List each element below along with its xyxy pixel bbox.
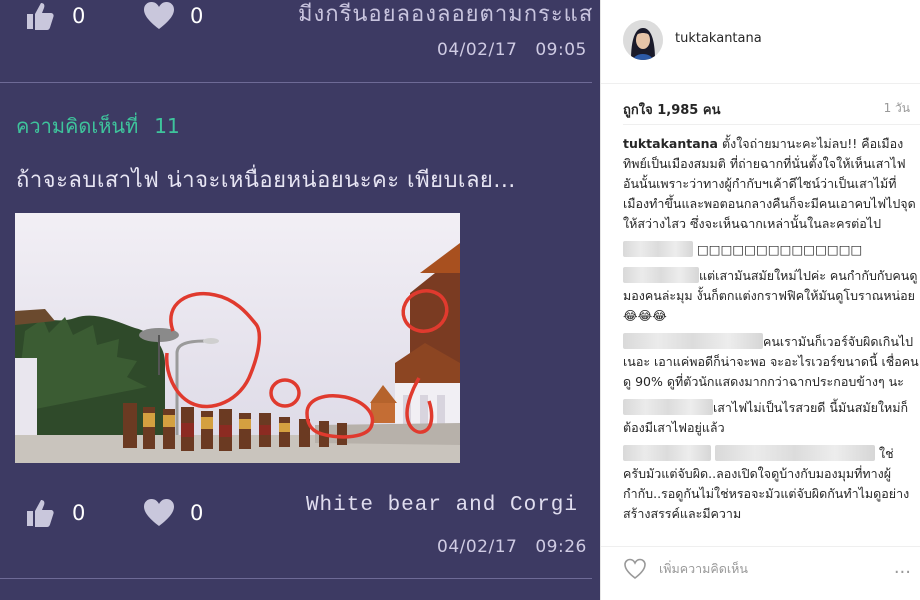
forum-panel: 0 0 มีงกรีนอยลองลอยตามกระแส 04/02/17 09:0…	[0, 0, 600, 600]
comment-list: tuktakantana ตั้งใจถ่ายมานะคะไม่ลบ!! คือ…	[623, 134, 919, 534]
comment-heart-reaction[interactable]: 0	[142, 497, 203, 529]
more-options-button[interactable]: ...	[894, 557, 911, 578]
post-age: 1 วัน	[883, 101, 910, 115]
list-item: แต่เสามันสมัยใหม่ไปค่ะ คนกำกับกับคนดูมอง…	[623, 266, 919, 326]
comment-number: ความคิดเห็นที่ 11	[16, 110, 180, 142]
add-comment-input[interactable]: เพิ่มความคิดเห็น	[659, 559, 748, 579]
heart-icon[interactable]	[142, 497, 176, 529]
comment-text: □□□□□□□□□□□□□□	[696, 242, 863, 257]
comment-timestamp: 04/02/17 09:26	[437, 537, 587, 557]
top-like-count: 0	[72, 4, 86, 28]
comment-heart-count: 0	[190, 501, 204, 525]
comment-like-reaction[interactable]: 0	[24, 497, 85, 529]
comment-date: 04/02/17	[437, 537, 518, 557]
blurred-username	[623, 445, 711, 461]
list-item: □□□□□□□□□□□□□□	[623, 240, 919, 260]
caption-username[interactable]: tuktakantana	[623, 136, 718, 151]
caption: tuktakantana ตั้งใจถ่ายมานะคะไม่ลบ!! คือ…	[623, 134, 919, 234]
top-post-text: มีงกรีนอยลองลอยตามกระแส	[298, 2, 594, 27]
divider	[623, 124, 920, 125]
heart-icon[interactable]	[142, 0, 176, 32]
thumbs-up-icon[interactable]	[24, 0, 58, 32]
like-count[interactable]: ถูกใจ 1,985 คน	[623, 99, 720, 120]
heart-icon[interactable]	[623, 558, 647, 584]
list-item: ใช่ ครับมัวแต่จับผิด..ลองเปิดใจดูบ้างกับ…	[623, 444, 919, 524]
top-like-reaction[interactable]: 0	[24, 0, 85, 32]
blurred-username	[623, 241, 693, 257]
list-item: เสาไฟไม่เป็นไรสวยดี นี้มันสมัยใหม่ก็ต้อง…	[623, 398, 919, 438]
comment-number-label: ความคิดเห็นที่	[16, 114, 139, 138]
top-post-time: 09:05	[535, 40, 587, 60]
comment-author[interactable]: White bear and Corgi	[306, 494, 578, 517]
divider	[0, 82, 592, 83]
blurred-mention	[714, 445, 875, 461]
username[interactable]: tuktakantana	[675, 31, 762, 46]
thumbs-up-icon[interactable]	[24, 497, 58, 529]
comment-text: ถ้าจะลบเสาไฟ น่าจะเหนื่อยหน่อยนะคะ เพียบ…	[16, 168, 516, 193]
blurred-username	[623, 399, 713, 415]
blurred-username	[623, 267, 699, 283]
avatar[interactable]	[623, 20, 663, 60]
top-post-timestamp: 04/02/17 09:05	[437, 40, 587, 60]
top-heart-reaction[interactable]: 0	[142, 0, 203, 32]
add-comment-row: เพิ่มความคิดเห็น ...	[601, 546, 920, 600]
comment-time: 09:26	[535, 537, 587, 557]
post-header: tuktakantana	[601, 0, 920, 84]
top-post-date: 04/02/17	[437, 40, 518, 60]
blurred-username	[623, 333, 763, 349]
comment-like-count: 0	[72, 501, 86, 525]
divider	[0, 578, 592, 579]
list-item: คนเรามันก็เวอร์จับผิดเกินไปเนอะ เอาแค่พอ…	[623, 332, 919, 392]
top-heart-count: 0	[190, 4, 204, 28]
instagram-panel: tuktakantana ถูกใจ 1,985 คน 1 วัน tuktak…	[600, 0, 920, 600]
comment-number-value: 11	[154, 114, 180, 138]
comment-photo[interactable]	[15, 213, 460, 463]
